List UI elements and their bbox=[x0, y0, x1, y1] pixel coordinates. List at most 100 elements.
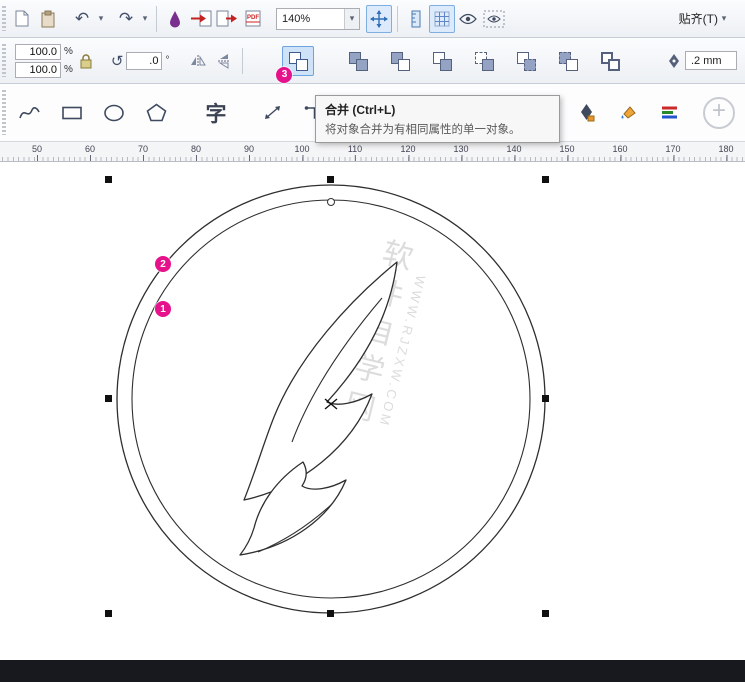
paste-button[interactable] bbox=[35, 5, 61, 33]
weld-button[interactable] bbox=[342, 46, 374, 76]
simplify-button[interactable] bbox=[468, 46, 500, 76]
undo-dropdown[interactable]: ▾ bbox=[95, 13, 107, 24]
tooltip-description: 将对象合并为有相同属性的单一对象。 bbox=[325, 124, 521, 136]
tooltip-title: 合并 (Ctrl+L) bbox=[325, 103, 396, 117]
standard-toolbar: ↶ ▾ ↷ ▾ PDF 140% ▾ 贴齐(T) ▾ bbox=[0, 0, 745, 38]
export-button[interactable] bbox=[214, 5, 240, 33]
rulers-toggle-button[interactable] bbox=[403, 5, 429, 33]
redo-icon: ↷ bbox=[118, 8, 134, 29]
dimension-icon bbox=[264, 106, 280, 119]
mirror-horizontal-button[interactable] bbox=[185, 47, 211, 75]
lock-ratio-button[interactable] bbox=[73, 47, 99, 75]
toolbox: 字 合并 (Ctrl+L) 将对象合并为有相同属性的单一对象。 + bbox=[0, 84, 745, 143]
grid-toggle-button[interactable] bbox=[429, 4, 455, 33]
inner-circle[interactable] bbox=[131, 199, 531, 599]
undo-icon: ↶ bbox=[74, 8, 90, 29]
smart-fill-tool[interactable] bbox=[613, 96, 643, 130]
toolbar-grip[interactable] bbox=[2, 6, 6, 31]
step-badge-2: 2 bbox=[155, 256, 171, 272]
ruler-tick: 90 bbox=[243, 144, 255, 161]
text-tool-icon: 字 bbox=[205, 102, 227, 126]
pdf-icon: PDF bbox=[245, 10, 261, 27]
outer-circle[interactable] bbox=[116, 184, 546, 614]
scale-y-input[interactable] bbox=[15, 61, 61, 78]
rotation-angle-input[interactable] bbox=[126, 51, 163, 70]
drawing-svg[interactable] bbox=[0, 162, 745, 660]
combine-button[interactable]: 3 bbox=[276, 45, 315, 83]
property-bar: % % ↺ ° 3 bbox=[0, 38, 745, 84]
grid-icon bbox=[434, 11, 450, 26]
percent-label: % bbox=[64, 64, 73, 75]
boundary-button[interactable] bbox=[594, 46, 626, 76]
dimension-tool[interactable] bbox=[257, 96, 287, 130]
ruler-icon bbox=[411, 10, 421, 27]
snap-dropdown-button[interactable]: 贴齐(T) ▾ bbox=[672, 5, 737, 33]
rotation-origin-marker[interactable] bbox=[327, 198, 335, 206]
selection-handle-w[interactable] bbox=[105, 395, 112, 402]
pen-tool[interactable] bbox=[571, 96, 601, 130]
publish-pdf-button[interactable]: PDF bbox=[240, 5, 266, 33]
toolbar-grip[interactable] bbox=[2, 90, 6, 135]
ellipse-tool[interactable] bbox=[99, 96, 129, 130]
selection-handle-se[interactable] bbox=[542, 610, 549, 617]
selection-handle-n[interactable] bbox=[327, 176, 334, 183]
horizontal-ruler[interactable]: 50 60 70 80 90 100 110 120 130 140 150 1… bbox=[0, 142, 745, 162]
padlock-icon bbox=[80, 53, 92, 68]
percent-label: % bbox=[64, 46, 73, 57]
redo-button[interactable]: ↷ bbox=[113, 5, 139, 33]
clipboard-icon bbox=[41, 10, 55, 27]
selection-handle-nw[interactable] bbox=[105, 176, 112, 183]
selection-handle-sw[interactable] bbox=[105, 610, 112, 617]
outline-width-value: .2 mm bbox=[691, 54, 722, 67]
selection-handle-e[interactable] bbox=[542, 395, 549, 402]
ruler-tick: 70 bbox=[137, 144, 149, 161]
ruler-tick: 150 bbox=[559, 144, 575, 161]
ruler-tick: 120 bbox=[400, 144, 416, 161]
add-tools-button[interactable]: + bbox=[703, 96, 735, 129]
polygon-icon bbox=[146, 103, 166, 122]
zoom-combobox[interactable]: 140% ▾ bbox=[276, 7, 360, 30]
redo-dropdown[interactable]: ▾ bbox=[139, 13, 151, 24]
intersect-button[interactable] bbox=[426, 46, 458, 76]
zoom-to-page-button[interactable] bbox=[366, 4, 392, 33]
freehand-icon bbox=[19, 106, 40, 118]
text-tool[interactable]: 字 bbox=[201, 96, 231, 130]
canvas[interactable]: 软件自学网 WWW.RJZXW.COM 2 1 bbox=[0, 162, 745, 660]
new-document-button[interactable] bbox=[9, 5, 35, 33]
pen-nib-icon bbox=[580, 104, 594, 122]
bottom-bar bbox=[0, 660, 745, 682]
export-icon bbox=[216, 10, 237, 27]
selection-handle-s[interactable] bbox=[327, 610, 334, 617]
freehand-tool[interactable] bbox=[15, 96, 45, 130]
preview-selected-button[interactable] bbox=[481, 5, 507, 33]
snap-label: 贴齐(T) bbox=[678, 12, 718, 26]
rectangle-tool[interactable] bbox=[57, 96, 87, 130]
ruler-tick: 100 bbox=[294, 144, 310, 161]
undo-button[interactable]: ↶ bbox=[69, 5, 95, 33]
separator bbox=[156, 5, 157, 32]
separator bbox=[397, 5, 398, 32]
scale-x-input[interactable] bbox=[15, 43, 61, 60]
interactive-fill-tool[interactable] bbox=[655, 96, 685, 130]
import-button[interactable] bbox=[188, 5, 214, 33]
ruler-tick: 110 bbox=[347, 144, 363, 161]
back-minus-front-button[interactable] bbox=[552, 46, 584, 76]
outline-width-combobox[interactable]: .2 mm bbox=[685, 51, 737, 70]
color-bars-icon bbox=[662, 106, 677, 119]
toolbar-grip[interactable] bbox=[2, 44, 6, 77]
ruler-minor-ticks bbox=[0, 157, 745, 161]
selection-handle-ne[interactable] bbox=[542, 176, 549, 183]
trim-button[interactable] bbox=[384, 46, 416, 76]
fit-page-icon bbox=[370, 9, 388, 28]
flame-upper-shape[interactable] bbox=[243, 261, 398, 501]
rectangle-icon bbox=[62, 106, 82, 119]
ruler-tick: 140 bbox=[506, 144, 522, 161]
show-preview-button[interactable] bbox=[455, 5, 481, 33]
artistic-media-button[interactable] bbox=[162, 5, 188, 33]
dotted-eye-icon bbox=[483, 10, 505, 27]
zoom-dropdown[interactable]: ▾ bbox=[344, 8, 359, 29]
mirror-vertical-button[interactable] bbox=[211, 47, 237, 75]
front-minus-back-button[interactable] bbox=[510, 46, 542, 76]
svg-text:PDF: PDF bbox=[247, 15, 259, 21]
polygon-tool[interactable] bbox=[141, 96, 171, 130]
